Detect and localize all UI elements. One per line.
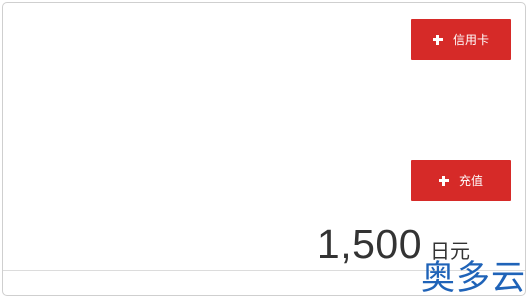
plus-icon [438,175,449,186]
balance-card: 信用卡 充值 1,500 日元 [2,2,526,296]
plus-icon [432,34,443,45]
balance-amount: 1,500 日元 [317,216,470,272]
add-credit-card-label: 信用卡 [452,33,489,47]
balance-value: 1,500 [316,221,422,267]
currency-unit: 日元 [430,239,470,263]
charge-button[interactable]: 充值 [411,160,511,201]
add-credit-card-button[interactable]: 信用卡 [411,19,511,60]
divider [3,270,525,271]
charge-label: 充值 [458,174,483,188]
